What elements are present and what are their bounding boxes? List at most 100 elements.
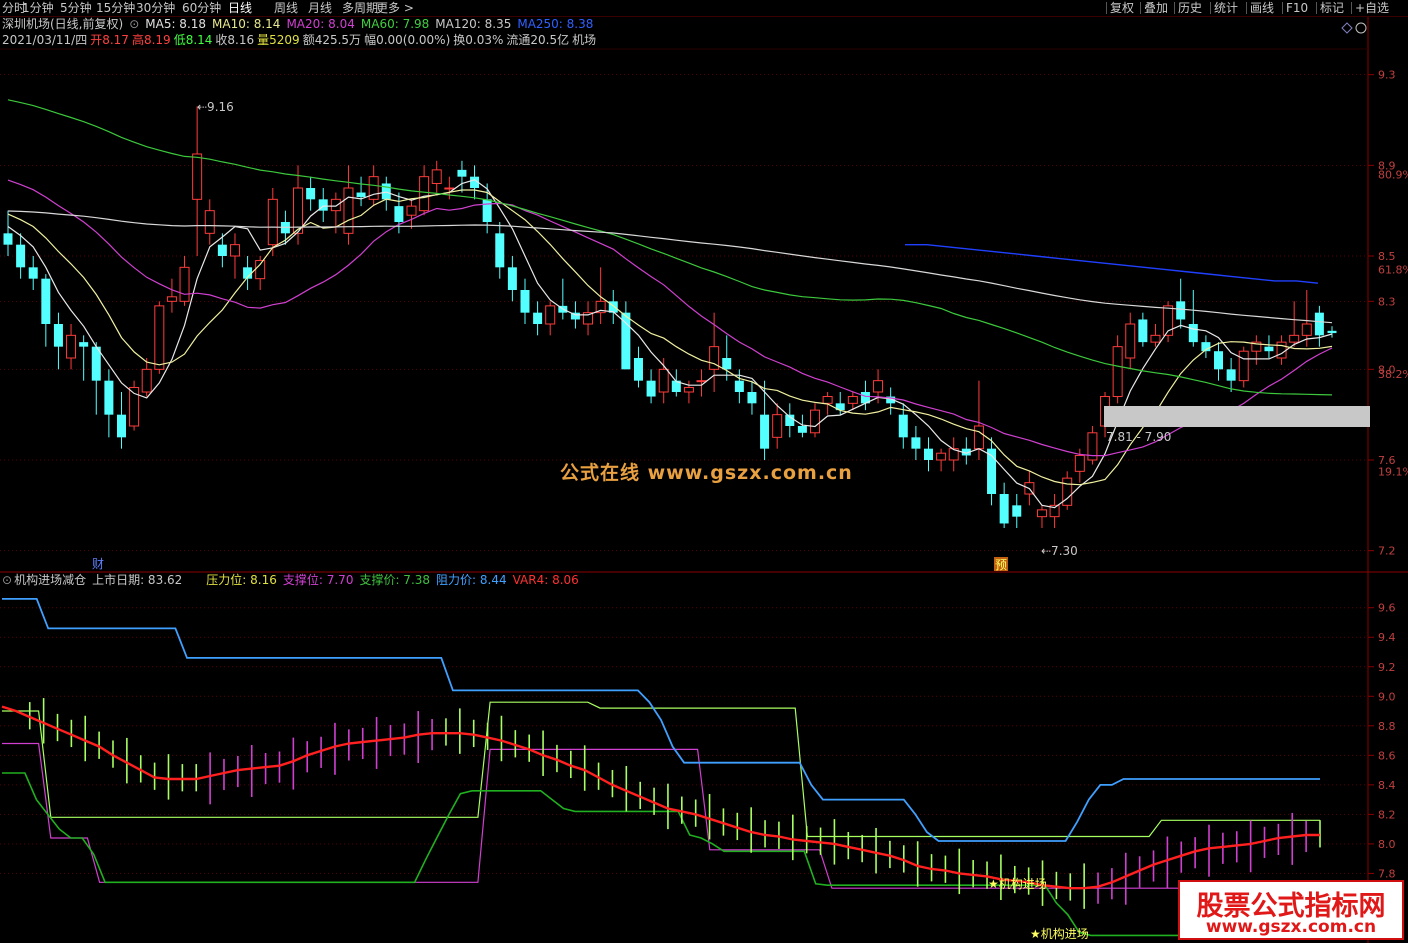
- candle-body-up: [936, 452, 947, 461]
- watermark-logo-url: www.gszx.com.cn: [1205, 917, 1377, 937]
- candle-body-down: [1012, 505, 1022, 517]
- candle-body-up: [810, 409, 821, 434]
- resistance-level-line: [2, 701, 1320, 838]
- info-field: 低8.14: [174, 33, 213, 47]
- info-field: 收8.16: [215, 33, 254, 47]
- sub-legend: VAR4: 8.06: [513, 573, 579, 587]
- sub-title: 机构进场减仓: [14, 572, 86, 587]
- ma-legend: MA60: 7.98: [361, 17, 429, 31]
- candle-body-down: [1176, 301, 1186, 320]
- candle-body-up: [1276, 341, 1287, 359]
- main-tick-label: 9.3: [1378, 69, 1396, 82]
- candle-body-up: [179, 266, 190, 302]
- info-field: 换0.03%: [453, 33, 503, 47]
- candle-body-down: [1327, 330, 1337, 334]
- sub-legend: 支撑位: 7.70: [283, 572, 354, 587]
- sub-legend: 支撑价: 7.38: [359, 572, 430, 587]
- low-marker-label: ⇠7.30: [1041, 544, 1078, 558]
- sub-tick-label: 9.6: [1378, 602, 1396, 615]
- candle-body-up: [204, 210, 215, 234]
- candle-body-down: [1314, 312, 1324, 336]
- main-tick-label: 8.3: [1378, 295, 1396, 308]
- candle-body-up: [1112, 346, 1123, 398]
- candle-body-down: [495, 233, 505, 268]
- sub-settings-icon[interactable]: ⊙: [2, 573, 12, 587]
- sub-title-row: ⊙ 机构进场减仓 上市日期: 83.62 压力位: 8.16 支撑位: 7.70 支撑价:…: [2, 572, 579, 587]
- candle-body-down: [633, 358, 643, 381]
- candle-body-up: [330, 198, 341, 212]
- info-field: 流通20.5亿: [506, 32, 569, 47]
- candle-body-down: [911, 437, 921, 449]
- main-tick-label: 7.2: [1378, 545, 1396, 558]
- candle-body-up: [192, 153, 203, 200]
- candle-body-down: [1264, 346, 1274, 352]
- candle-body-down: [923, 448, 933, 460]
- candle-body-down: [457, 169, 467, 177]
- ma-legend: MA5: 8.18: [145, 17, 206, 31]
- sub-tick-label: 8.6: [1378, 749, 1396, 762]
- support-level-line: [2, 742, 1320, 889]
- candle-body-down: [482, 199, 492, 222]
- watermark-logo: 股票公式指标网 www.gszx.com.cn: [1178, 880, 1404, 940]
- candle-body-up: [166, 296, 177, 302]
- candle-body-up: [772, 414, 783, 438]
- candle-body-down: [1226, 369, 1236, 381]
- candle-body-down: [79, 342, 89, 347]
- sub-legend: 压力位: 8.16: [206, 572, 277, 587]
- yu-marker: 预: [995, 558, 1007, 572]
- candle-body-up: [545, 305, 556, 325]
- candle-body-down: [520, 290, 530, 313]
- signal-label: ★机构进场: [988, 876, 1047, 891]
- candle-body-down: [217, 244, 227, 256]
- sub-tick-label: 8.8: [1378, 720, 1396, 733]
- candle-body-up: [419, 176, 430, 212]
- ma250-line: [905, 243, 1319, 284]
- sub-tick-label: 8.0: [1378, 838, 1396, 851]
- candle-body-up: [1036, 509, 1047, 518]
- candle-body-up: [141, 368, 152, 393]
- main-pct-label: 61.8%: [1378, 264, 1408, 277]
- candle-body-up: [822, 396, 833, 404]
- candle-body-up: [431, 169, 442, 184]
- sub-legend: 上市日期: 83.62: [92, 572, 182, 587]
- candle-body-down: [16, 244, 26, 268]
- ma-legend: MA120: 8.35: [435, 17, 511, 31]
- candle-body-down: [1188, 324, 1198, 343]
- candle-body-down: [116, 414, 126, 438]
- sub-legend: 阻力价: 8.44: [436, 573, 507, 587]
- candle-body-up: [1301, 323, 1312, 336]
- info-field: 额425.5万: [303, 33, 361, 47]
- range-highlight: [1104, 406, 1370, 427]
- candle-body-up: [1289, 334, 1300, 343]
- info-field: 开8.17: [90, 33, 129, 47]
- info-field: 量5209: [257, 33, 300, 47]
- sub-tick-label: 9.4: [1378, 631, 1396, 644]
- candle-body-down: [898, 414, 908, 438]
- sub-tick-label: 8.4: [1378, 779, 1396, 792]
- candle-body-down: [646, 380, 656, 397]
- settings-icon[interactable]: ⊙: [129, 17, 139, 31]
- main-title: 深圳机场(日线,前复权): [2, 16, 123, 31]
- diamond-icon: [1341, 22, 1353, 34]
- main-tick-label: 8.5: [1378, 250, 1396, 263]
- candle-body-up: [1150, 334, 1161, 343]
- candle-body-up: [154, 305, 165, 370]
- candle-body-down: [797, 426, 807, 433]
- candle-body-down: [356, 192, 366, 198]
- ma-legend: MA10: 8.14: [212, 17, 280, 31]
- sub-tick-label: 9.0: [1378, 690, 1396, 703]
- main-info-row: 2021/03/11/四 开8.17 高8.19 低8.14 收8.16 量5209 额42…: [2, 32, 596, 47]
- candle-body-up: [66, 334, 77, 359]
- candle-body-down: [104, 380, 114, 415]
- candle-body-down: [28, 267, 38, 279]
- main-title-row: 深圳机场(日线,前复权) ⊙ MA5: 8.18 MA10: 8.14 MA20: 8.…: [2, 16, 593, 31]
- candle-body-up: [873, 380, 884, 393]
- support-price-line: [2, 772, 1320, 937]
- candle-body-up: [1125, 323, 1136, 359]
- info-field: 2021/03/11/四: [2, 33, 87, 47]
- info-field: 高8.19: [132, 32, 171, 47]
- signal-label-2: ★机构进场: [1030, 926, 1089, 941]
- ma-legend: MA250: 8.38: [517, 17, 593, 31]
- main-pct-label: 80.9%: [1378, 168, 1408, 181]
- sub-tick-label: 8.2: [1378, 808, 1396, 821]
